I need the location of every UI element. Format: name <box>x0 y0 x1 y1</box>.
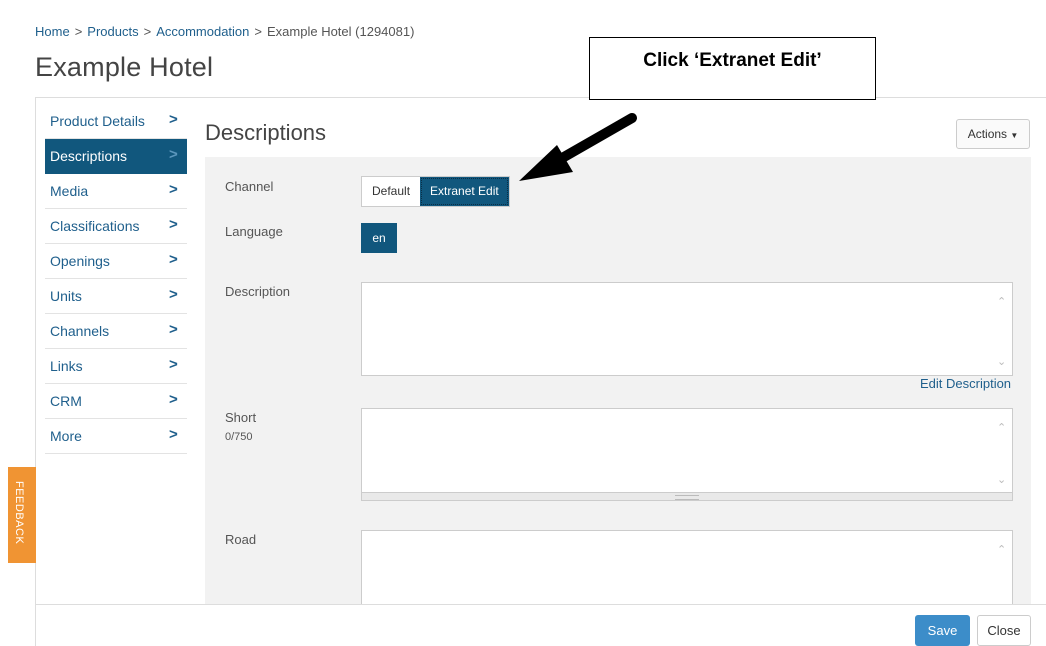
channel-option-extranet-edit[interactable]: Extranet Edit <box>420 177 509 206</box>
breadcrumb-separator: > <box>74 24 83 39</box>
short-char-counter: 0/750 <box>225 431 253 443</box>
road-textarea[interactable]: ⌃ <box>361 530 1013 604</box>
chevron-right-icon: > <box>169 356 178 373</box>
sidebar-item-label: Classifications <box>50 218 140 234</box>
sidebar-nav: Product Details > Descriptions > Media >… <box>45 104 187 454</box>
breadcrumb-products[interactable]: Products <box>87 24 138 39</box>
sidebar-item-label: Openings <box>50 253 110 269</box>
sidebar-item-units[interactable]: Units > <box>45 279 187 314</box>
breadcrumb-separator: > <box>143 24 152 39</box>
language-label: Language <box>225 224 283 239</box>
scroll-up-icon[interactable]: ⌃ <box>997 421 1007 434</box>
chevron-right-icon: > <box>169 426 178 443</box>
sidebar-item-label: CRM <box>50 393 82 409</box>
feedback-tab[interactable]: FEEDBACK <box>8 467 36 563</box>
page-title: Example Hotel <box>35 52 214 82</box>
footer-divider <box>35 604 1046 605</box>
grip-icon <box>675 495 699 500</box>
chevron-right-icon: > <box>169 181 178 198</box>
scroll-down-icon[interactable]: ⌄ <box>997 473 1007 486</box>
channel-selector: Default Extranet Edit <box>361 176 510 207</box>
sidebar-item-openings[interactable]: Openings > <box>45 244 187 279</box>
sidebar-item-crm[interactable]: CRM > <box>45 384 187 419</box>
sidebar-item-label: Units <box>50 288 82 304</box>
sidebar-item-label: Product Details <box>50 113 145 129</box>
chevron-right-icon: > <box>169 251 178 268</box>
feedback-tab-label: FEEDBACK <box>13 481 25 545</box>
close-button[interactable]: Close <box>977 615 1031 646</box>
breadcrumb: Home > Products > Accommodation > Example Hote… <box>35 24 414 39</box>
scroll-up-icon[interactable]: ⌃ <box>997 295 1007 308</box>
sidebar-item-classifications[interactable]: Classifications > <box>45 209 187 244</box>
short-label: Short <box>225 410 257 425</box>
sidebar-item-label: Descriptions <box>50 148 128 164</box>
sidebar-item-label: Media <box>50 183 89 199</box>
sidebar-item-product-details[interactable]: Product Details > <box>45 104 187 139</box>
breadcrumb-separator: > <box>254 24 262 39</box>
language-button-en[interactable]: en <box>361 223 397 253</box>
sidebar-item-more[interactable]: More > <box>45 419 187 454</box>
actions-button-label: Actions <box>967 127 1008 141</box>
header-divider <box>35 97 1046 98</box>
chevron-right-icon: > <box>169 146 178 163</box>
chevron-right-icon: > <box>169 286 178 303</box>
chevron-right-icon: > <box>169 216 178 233</box>
channel-label: Channel <box>225 179 274 194</box>
caret-down-icon: ▼ <box>1010 131 1019 140</box>
sidebar-item-links[interactable]: Links > <box>45 349 187 384</box>
chevron-right-icon: > <box>169 111 178 128</box>
sidebar-item-label: Channels <box>50 323 110 339</box>
scroll-up-icon[interactable]: ⌃ <box>997 543 1007 556</box>
scroll-down-icon[interactable]: ⌄ <box>997 355 1007 368</box>
channel-option-default[interactable]: Default <box>362 177 421 206</box>
actions-dropdown-button[interactable]: Actions ▼ <box>956 119 1030 149</box>
description-textarea[interactable]: ⌃ ⌄ <box>361 282 1013 376</box>
content-frame-border <box>35 98 36 646</box>
arrow-icon <box>519 113 637 181</box>
description-label: Description <box>225 284 291 299</box>
breadcrumb-accommodation[interactable]: Accommodation <box>156 24 249 39</box>
edit-description-link[interactable]: Edit Description <box>920 376 1011 391</box>
short-textarea[interactable]: ⌃ ⌄ <box>361 408 1013 494</box>
sidebar-item-channels[interactable]: Channels > <box>45 314 187 349</box>
save-button[interactable]: Save <box>915 615 970 646</box>
sidebar-item-label: More <box>50 428 82 444</box>
breadcrumb-current: Example Hotel (1294081) <box>267 24 415 39</box>
textarea-resize-handle[interactable] <box>361 492 1013 501</box>
sidebar-item-label: Links <box>50 358 83 374</box>
sidebar-item-descriptions[interactable]: Descriptions > <box>45 139 187 174</box>
chevron-right-icon: > <box>169 321 178 338</box>
breadcrumb-home[interactable]: Home <box>35 24 70 39</box>
sidebar-item-media[interactable]: Media > <box>45 174 187 209</box>
instruction-callout: Click ‘Extranet Edit’ <box>589 37 876 100</box>
road-label: Road <box>225 532 257 547</box>
section-title: Descriptions <box>205 120 327 145</box>
chevron-right-icon: > <box>169 391 178 408</box>
